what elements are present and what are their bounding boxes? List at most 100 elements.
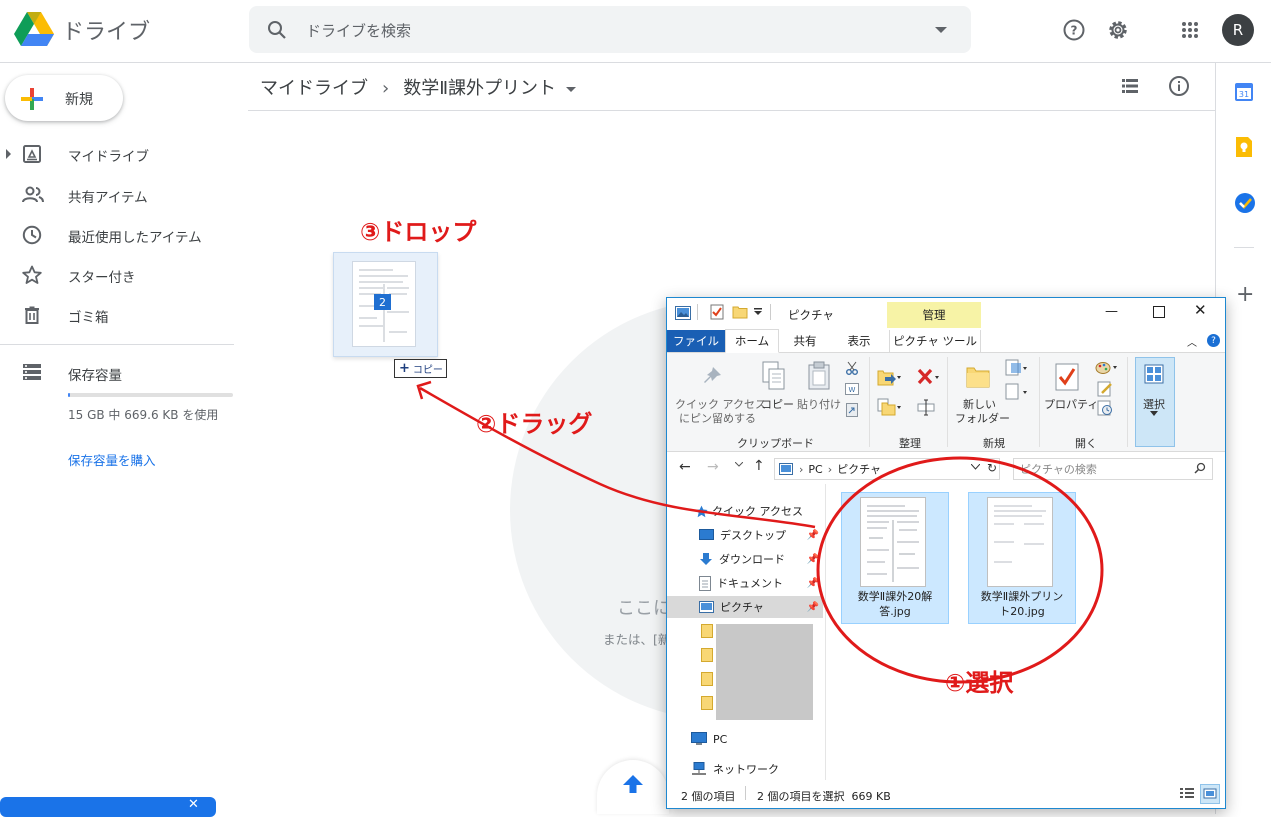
nav-desktop[interactable]: デスクトップ 📌 — [667, 524, 823, 546]
move-to-icon[interactable] — [877, 368, 901, 386]
upload-toast[interactable]: ✕ — [0, 797, 216, 817]
sidebar-item-my-drive[interactable]: マイドライブ — [0, 134, 238, 174]
nav-pictures[interactable]: ピクチャ 📌 — [667, 596, 823, 618]
plus-icon: + — [399, 361, 410, 376]
tab-picture-tools[interactable]: ピクチャ ツール — [889, 330, 981, 352]
up-arrow-icon[interactable]: ↑ — [753, 458, 765, 474]
help-icon[interactable]: ? — [1207, 334, 1220, 347]
large-icons-view-icon[interactable] — [1200, 784, 1220, 804]
close-icon[interactable]: ✕ — [188, 797, 199, 812]
explorer-search-input[interactable]: ピクチャの検索 — [1013, 458, 1213, 480]
pin-icon[interactable] — [701, 365, 723, 387]
apps-grid-icon[interactable] — [1170, 10, 1210, 50]
back-arrow-icon[interactable]: ← — [679, 459, 691, 475]
new-button[interactable]: 新規 — [5, 75, 123, 121]
address-dropdown-icon[interactable] — [971, 464, 980, 470]
sidebar-item-recent[interactable]: 最近使用したアイテム — [0, 215, 238, 255]
nav-documents[interactable]: ドキュメント 📌 — [667, 572, 823, 594]
minimize-icon[interactable]: — — [1105, 304, 1118, 319]
manage-context-tab[interactable]: 管理 — [887, 302, 981, 328]
breadcrumb-current-folder[interactable]: 数学Ⅱ課外プリント — [403, 78, 556, 99]
file-item-selected[interactable]: 数学Ⅱ課外20解 答.jpg — [841, 492, 949, 624]
folder-menu-caret-icon[interactable] — [566, 86, 577, 92]
details-view-icon[interactable] — [1179, 786, 1195, 800]
new-button-label: 新規 — [65, 92, 93, 108]
breadcrumb-root[interactable]: マイドライブ — [260, 78, 368, 99]
new-folder-quick-icon[interactable] — [732, 305, 748, 319]
breadcrumb-separator: › — [382, 78, 390, 99]
new-item-icon[interactable] — [1005, 359, 1031, 377]
settings-gear-icon[interactable] — [1098, 10, 1138, 50]
search-input[interactable]: ドライブを検索 — [306, 20, 411, 41]
address-segment-pictures[interactable]: ピクチャ — [837, 461, 881, 477]
file-item-selected[interactable]: 数学Ⅱ課外プリン ト20.jpg — [968, 492, 1076, 624]
tasks-icon[interactable] — [1234, 192, 1256, 214]
pictures-folder-icon — [675, 306, 691, 320]
sidebar-item-shared[interactable]: 共有アイテム — [0, 175, 238, 215]
tab-file[interactable]: ファイル — [667, 330, 725, 352]
help-icon[interactable]: ? — [1054, 10, 1094, 50]
add-addon-plus-icon[interactable]: + — [1236, 282, 1254, 307]
edit-icon[interactable] — [1097, 381, 1113, 397]
sidebar-item-storage[interactable]: 保存容量 — [0, 353, 238, 393]
list-view-icon[interactable] — [1120, 76, 1140, 96]
maximize-icon[interactable] — [1153, 306, 1165, 318]
nav-network[interactable]: ネットワーク — [667, 758, 823, 780]
open-with-paint-icon[interactable] — [1095, 361, 1121, 375]
collapse-ribbon-icon[interactable]: ︿ — [1187, 334, 1197, 349]
file-explorer-window[interactable]: ピクチャ 管理 — ✕ ファイル ホーム 共有 表示 ピクチャ ツール ︿ ? … — [666, 297, 1226, 809]
nav-downloads[interactable]: ダウンロード 📌 — [667, 548, 823, 570]
rename-icon[interactable] — [917, 398, 935, 416]
easy-access-icon[interactable] — [1005, 383, 1031, 401]
sidebar-item-trash[interactable]: ゴミ箱 — [0, 295, 238, 335]
tab-home[interactable]: ホーム — [725, 329, 779, 353]
select-label: 選択 — [1143, 398, 1165, 411]
info-icon[interactable] — [1168, 75, 1190, 97]
copy-to-icon[interactable] — [877, 398, 901, 416]
tab-view[interactable]: 表示 — [833, 330, 885, 352]
sidebar-item-label: スター付き — [68, 270, 136, 286]
buy-storage-link[interactable]: 保存容量を購入 — [68, 450, 156, 469]
folder-icon[interactable] — [701, 696, 713, 710]
new-folder-icon[interactable] — [965, 363, 991, 389]
storage-usage-text: 15 GB 中 669.6 KB を使用 — [68, 408, 219, 422]
drive-logo-icon[interactable] — [14, 12, 54, 46]
search-icon — [1194, 462, 1206, 474]
tab-share[interactable]: 共有 — [779, 330, 831, 352]
keep-icon[interactable] — [1234, 136, 1254, 158]
properties-icon[interactable] — [1055, 363, 1079, 391]
copy-path-icon[interactable]: W — [845, 383, 859, 395]
copy-icon[interactable] — [762, 361, 786, 391]
calendar-icon[interactable]: 31 — [1234, 82, 1254, 102]
paste-clipboard-icon[interactable] — [807, 361, 831, 391]
history-icon[interactable] — [1097, 400, 1113, 416]
sidebar-item-starred[interactable]: スター付き — [0, 255, 238, 295]
paste-shortcut-icon[interactable] — [845, 403, 859, 417]
customize-toolbar-icon[interactable] — [754, 308, 762, 316]
address-segment-pc[interactable]: PC — [808, 463, 822, 476]
delete-x-icon[interactable] — [917, 368, 941, 386]
upload-fab[interactable] — [597, 760, 669, 814]
title-separator — [697, 304, 698, 320]
organize-group-label: 整理 — [899, 437, 921, 450]
folder-icon[interactable] — [701, 648, 713, 662]
account-avatar[interactable]: R — [1222, 14, 1254, 46]
forward-arrow-icon[interactable]: → — [707, 459, 719, 475]
folder-icon[interactable] — [701, 624, 713, 638]
refresh-icon[interactable]: ↻ — [987, 461, 997, 475]
recent-locations-icon[interactable] — [735, 462, 743, 467]
search-icon[interactable] — [267, 20, 287, 40]
search-options-icon[interactable] — [935, 27, 947, 33]
cut-scissors-icon[interactable] — [845, 361, 859, 375]
nav-pc[interactable]: PC — [667, 728, 823, 750]
side-panel-separator — [1234, 247, 1254, 248]
search-bar[interactable]: ドライブを検索 — [249, 6, 971, 53]
sidebar-item-label: 共有アイテム — [68, 190, 148, 206]
file-name-line-1: 数学Ⅱ課外プリン — [980, 590, 1064, 603]
address-bar[interactable]: › PC › ピクチャ ↻ — [774, 458, 1000, 480]
nav-label: クイック アクセス — [712, 505, 803, 518]
close-window-icon[interactable]: ✕ — [1194, 301, 1207, 319]
properties-check-icon[interactable] — [710, 304, 724, 320]
nav-quick-access[interactable]: クイック アクセス — [667, 500, 823, 522]
folder-icon[interactable] — [701, 672, 713, 686]
